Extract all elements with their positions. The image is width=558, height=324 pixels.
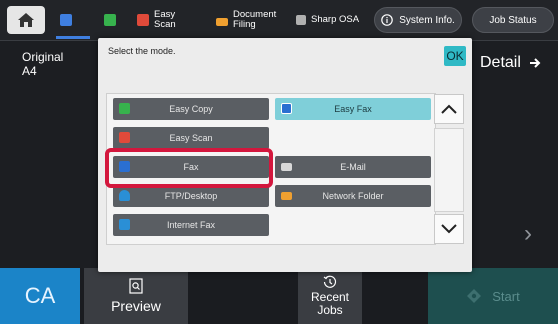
mode-easy-fax-button[interactable]: Easy Fax	[275, 98, 431, 120]
detail-button[interactable]: Detail	[472, 45, 558, 81]
dialog-title: Select the mode.	[108, 46, 176, 56]
copy-mode-icon	[60, 14, 72, 26]
original-label: Original	[22, 50, 64, 64]
mode-label: Easy Scan	[169, 133, 213, 143]
easy-copy-shortcut-button[interactable]	[104, 6, 121, 34]
ok-label: OK	[446, 49, 464, 63]
mode-label: E-Mail	[340, 162, 366, 172]
easy-scan-shortcut-label: Easy Scan	[154, 9, 176, 30]
detail-label: Detail	[480, 54, 521, 71]
recent-jobs-label: Recent Jobs	[310, 290, 350, 317]
chevron-right-icon[interactable]: ›	[524, 220, 532, 248]
start-label: Start	[492, 288, 520, 304]
recent-jobs-button[interactable]: Recent Jobs	[298, 268, 362, 324]
easy-copy-icon	[119, 103, 130, 114]
preview-label: Preview	[111, 298, 161, 314]
system-info-label: System Info.	[399, 14, 455, 26]
mode-easy-copy-button[interactable]: Easy Copy	[113, 98, 269, 120]
email-icon	[281, 163, 292, 171]
start-button[interactable]: Start	[428, 268, 558, 324]
document-filing-icon	[216, 18, 228, 26]
scroll-track[interactable]	[434, 128, 464, 212]
sharp-osa-shortcut-label: Sharp OSA	[311, 14, 360, 25]
mode-list-scroller	[434, 94, 464, 244]
top-bar: Easy Scan Document Filing Sharp OSA Syst…	[0, 0, 558, 41]
easy-fax-icon	[281, 103, 292, 114]
mode-network-folder-button[interactable]: Network Folder	[275, 185, 431, 207]
mode-internet-fax-button[interactable]: Internet Fax	[113, 214, 269, 236]
ok-button[interactable]: OK	[444, 46, 466, 66]
easy-scan-shortcut-button[interactable]: Easy Scan	[137, 6, 176, 34]
active-tab-indicator	[56, 36, 90, 39]
clear-all-label: CA	[24, 283, 56, 308]
easy-scan-icon	[137, 14, 149, 26]
system-info-button[interactable]: System Info.	[374, 7, 462, 33]
preview-button[interactable]: Preview	[84, 268, 188, 324]
document-filing-shortcut-label: Document Filing	[233, 9, 277, 30]
mode-label: Easy Fax	[334, 104, 372, 114]
mode-label: Network Folder	[322, 191, 384, 201]
mode-email-button[interactable]: E-Mail	[275, 156, 431, 178]
fax-highlight-frame	[105, 148, 273, 188]
copy-shortcut-button[interactable]	[60, 6, 77, 34]
mode-label: Easy Copy	[169, 104, 213, 114]
job-status-label: Job Status	[489, 14, 537, 26]
clear-all-button[interactable]: CA	[0, 268, 80, 324]
original-size: A4	[22, 64, 37, 78]
sharp-osa-shortcut-button[interactable]: Sharp OSA	[296, 6, 359, 34]
home-button[interactable]	[7, 6, 45, 34]
arrow-right-icon	[529, 58, 541, 68]
mode-easy-scan-button[interactable]: Easy Scan	[113, 127, 269, 149]
chevron-down-icon	[441, 224, 457, 234]
job-status-button[interactable]: Job Status	[472, 7, 554, 33]
easy-copy-icon	[104, 14, 116, 26]
ftp-desktop-icon	[119, 190, 130, 201]
start-diamond-icon	[467, 289, 482, 303]
chevron-up-icon	[441, 104, 457, 114]
internet-fax-icon	[119, 219, 130, 230]
home-icon	[18, 13, 34, 27]
preview-icon	[129, 278, 143, 294]
info-icon	[381, 14, 394, 26]
mode-label: FTP/Desktop	[164, 191, 218, 201]
easy-scan-icon	[119, 132, 130, 143]
folder-icon	[281, 192, 292, 200]
mode-ftp-desktop-button[interactable]: FTP/Desktop	[113, 185, 269, 207]
document-filing-shortcut-button[interactable]: Document Filing	[216, 6, 276, 34]
mode-label: Internet Fax	[166, 220, 216, 230]
scroll-down-button[interactable]	[434, 214, 464, 244]
sharp-osa-icon	[296, 15, 306, 25]
history-icon	[323, 275, 337, 288]
scroll-up-button[interactable]	[434, 94, 464, 124]
